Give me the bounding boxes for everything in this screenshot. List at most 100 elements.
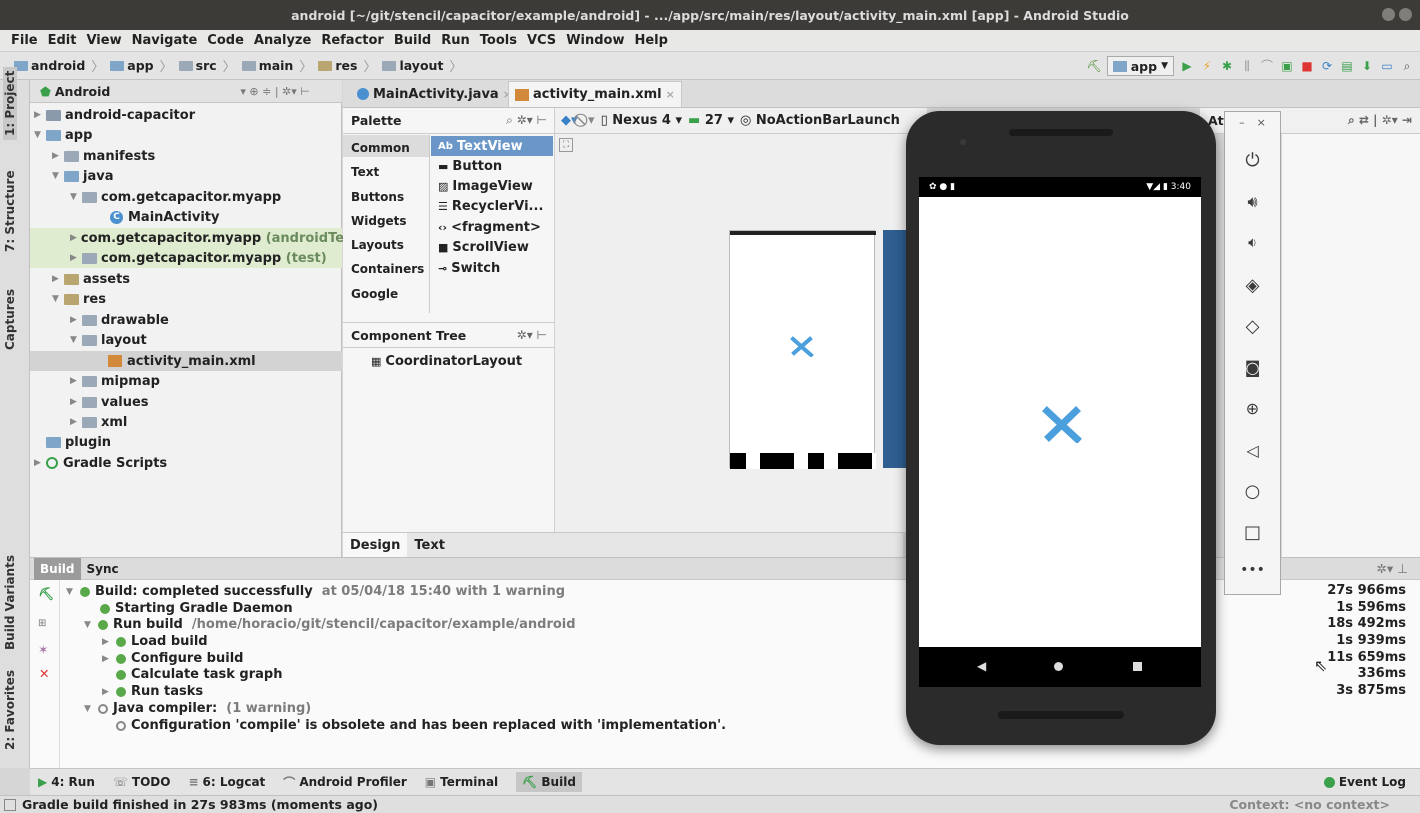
close-icon[interactable]: × [666, 88, 675, 101]
menu-vcs[interactable]: VCS [522, 33, 561, 48]
menu-window[interactable]: Window [561, 33, 629, 48]
design-preview[interactable] [729, 230, 876, 469]
tree-item-layout[interactable]: ▼ layout [30, 330, 342, 350]
tool-todo[interactable]: ☏ TODO [113, 775, 171, 789]
tree-item-package[interactable]: ▼ com.getcapacitor.myapp [30, 187, 342, 207]
palette-category-buttons[interactable]: Buttons [351, 190, 404, 204]
overview-icon[interactable] [1133, 662, 1142, 671]
gradle-sync-icon[interactable]: ⟳ [1320, 59, 1334, 73]
tab-sync[interactable]: Sync [81, 558, 125, 580]
build-line-configure-build[interactable]: ▶ Configure build [102, 650, 243, 667]
breadcrumb-layout[interactable]: layout [382, 58, 443, 73]
make-project-icon[interactable]: ⛏ [1087, 59, 1102, 73]
volume-up-button[interactable]: 🔊︎ [1225, 184, 1280, 220]
build-line-warning-message[interactable]: Configuration 'compile' is obsolete and … [116, 717, 726, 734]
tree-item-gradle-scripts[interactable]: ▶ Gradle Scripts [30, 453, 342, 473]
profile-icon[interactable]: ⫼ [1240, 59, 1254, 73]
menu-refactor[interactable]: Refactor [316, 33, 389, 48]
tree-item-package-androidtest[interactable]: ▶ com.getcapacitor.myapp (androidTe [30, 228, 344, 248]
build-line-task-graph[interactable]: Calculate task graph [116, 666, 282, 683]
build-line-run-build[interactable]: ▼ Run build /home/horacio/git/stencil/cap… [84, 616, 576, 633]
close-window-button[interactable] [1399, 8, 1412, 21]
pan-zoom-icon[interactable]: ⛶ [559, 138, 573, 152]
minimize-window-button[interactable] [1382, 8, 1395, 21]
toggle-view-icon[interactable]: ⊞ [38, 618, 46, 629]
tool-build[interactable]: ⛏ Build [516, 772, 582, 792]
palette-item-switch[interactable]: ⊸ Switch [438, 261, 500, 276]
tab-favorites[interactable]: 2: Favorites [3, 670, 17, 750]
tree-item-xml[interactable]: ▶ xml [30, 412, 342, 432]
sdk-manager-icon[interactable]: ⬇ [1360, 59, 1374, 73]
palette-item-recyclerview[interactable]: ☰ RecyclerVi... [438, 199, 543, 214]
project-view-select[interactable]: Android [55, 84, 111, 99]
breadcrumb-main[interactable]: main [241, 58, 293, 73]
tree-item-android-capacitor[interactable]: ▶ android-capacitor [30, 105, 342, 125]
build-line-load-build[interactable]: ▶ Load build [102, 633, 208, 650]
tree-item-plugin[interactable]: plugin [30, 432, 342, 452]
tab-activity-main-xml[interactable]: activity_main.xml × [508, 81, 682, 107]
attach-debugger-icon[interactable]: ⌒ [1260, 59, 1274, 73]
palette-category-common[interactable]: Common [351, 141, 410, 155]
palette-category-text[interactable]: Text [351, 165, 379, 179]
back-icon[interactable]: ◀ [977, 659, 986, 673]
build-line-completed[interactable]: ▼ Build: completed successfully at 05/04/… [66, 583, 565, 600]
power-button[interactable]: ⏻ [1225, 142, 1280, 178]
menu-tools[interactable]: Tools [475, 33, 522, 48]
close-icon[interactable]: ✕ [39, 666, 49, 681]
palette-tools-icon[interactable]: ⌕ ✲▾ ⊢ [506, 113, 547, 128]
tree-item-assets[interactable]: ▶ assets [30, 269, 342, 289]
stop-icon[interactable]: ■ [1300, 59, 1314, 73]
home-button[interactable]: ○ [1225, 473, 1280, 509]
debug-icon[interactable]: ✱ [1220, 59, 1234, 73]
menu-view[interactable]: View [81, 33, 126, 48]
tree-item-java[interactable]: ▼ java [30, 166, 342, 186]
menu-help[interactable]: Help [629, 33, 672, 48]
emulator-screen[interactable]: ✿ ● ▮ ▼◢ ▮ 3:40 ◀ [919, 177, 1201, 687]
tree-item-mainactivity[interactable]: C MainActivity [30, 207, 342, 227]
volume-down-button[interactable]: 🔉︎ [1225, 225, 1280, 261]
minimize-icon[interactable]: – [1239, 116, 1245, 132]
device-select[interactable]: ▯ Nexus 4 ▾ [601, 113, 682, 128]
menu-navigate[interactable]: Navigate [127, 33, 203, 48]
tab-mainactivity-java[interactable]: MainActivity.java× [351, 83, 518, 105]
attributes-tools-icon[interactable]: ⌕ ⇄ | ✲▾ ⇥ [1348, 113, 1412, 128]
menu-file[interactable]: File [6, 33, 43, 48]
tree-item-manifests[interactable]: ▶ manifests [30, 146, 342, 166]
search-icon[interactable]: ⌕ [1400, 59, 1414, 73]
build-line-java-compiler[interactable]: ▼ Java compiler: (1 warning) [84, 700, 311, 717]
device-monitor-icon[interactable]: ▭ [1380, 59, 1394, 73]
back-button[interactable]: ◁ [1225, 432, 1280, 468]
palette-category-widgets[interactable]: Widgets [351, 214, 407, 228]
tree-item-activity-main-xml[interactable]: activity_main.xml [30, 351, 342, 371]
orientation-icon[interactable]: ⃠ ▾ [584, 113, 595, 128]
palette-category-containers[interactable]: Containers [351, 262, 424, 276]
tab-project[interactable]: 1: Project [3, 66, 17, 140]
tree-item-package-test[interactable]: ▶ com.getcapacitor.myapp (test) [30, 248, 342, 268]
screenshot-button[interactable]: ◙ [1225, 349, 1280, 385]
tool-event-log[interactable]: Event Log [1323, 775, 1406, 789]
menu-analyze[interactable]: Analyze [249, 33, 316, 48]
palette-category-google[interactable]: Google [351, 287, 398, 301]
tab-design[interactable]: Design [343, 532, 408, 559]
run-icon[interactable]: ▶ [1180, 59, 1194, 73]
tree-item-mipmap[interactable]: ▶ mipmap [30, 371, 342, 391]
breadcrumb-src[interactable]: src [178, 58, 217, 73]
component-tree-root[interactable]: ▦ CoordinatorLayout [371, 354, 522, 369]
filter-icon[interactable]: ✶ [38, 642, 48, 657]
rotate-left-button[interactable]: ◈ [1225, 267, 1280, 303]
overview-button[interactable]: □ [1225, 514, 1280, 550]
tool-terminal[interactable]: ▣ Terminal [425, 775, 498, 789]
api-select[interactable]: ▬ 27 ▾ [688, 113, 734, 128]
tool-windows-toggle-icon[interactable] [4, 798, 16, 811]
breadcrumb-app[interactable]: app [110, 58, 154, 73]
menu-run[interactable]: Run [436, 33, 475, 48]
theme-select[interactable]: ◎ NoActionBarLaunch [740, 113, 900, 128]
rotate-right-button[interactable]: ◇ [1225, 308, 1280, 344]
more-button[interactable]: ••• [1225, 552, 1280, 588]
zoom-button[interactable]: ⊕ [1225, 390, 1280, 426]
palette-item-scrollview[interactable]: ■ ScrollView [438, 240, 529, 255]
palette-category-layouts[interactable]: Layouts [351, 238, 404, 252]
close-icon[interactable]: × [1257, 116, 1266, 132]
panel-options-icon[interactable]: ▾ ⊕ ≑ | ✲▾ ⊢ [240, 85, 309, 98]
design-canvas[interactable]: ⛶ [555, 134, 927, 532]
